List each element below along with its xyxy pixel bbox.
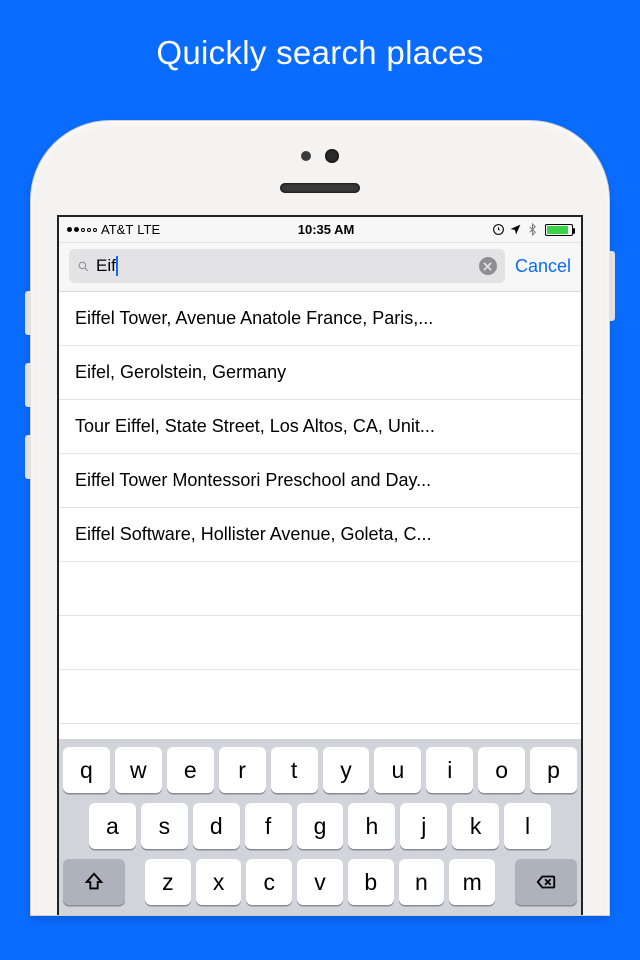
key-z[interactable]: z (145, 859, 191, 905)
key-o[interactable]: o (478, 747, 525, 793)
screen: AT&T LTE 10:35 AM Eif (57, 215, 583, 915)
clock: 10:35 AM (298, 222, 355, 237)
key-m[interactable]: m (449, 859, 495, 905)
key-i[interactable]: i (426, 747, 473, 793)
backspace-icon (535, 871, 557, 893)
key-e[interactable]: e (167, 747, 214, 793)
key-l[interactable]: l (504, 803, 551, 849)
key-p[interactable]: p (530, 747, 577, 793)
key-s[interactable]: s (141, 803, 188, 849)
keyboard: q w e r t y u i o p a s d f g h j k l (59, 739, 581, 915)
status-bar: AT&T LTE 10:35 AM (59, 217, 581, 243)
search-result-row[interactable]: Eiffel Tower Montessori Preschool and Da… (59, 454, 581, 508)
key-r[interactable]: r (219, 747, 266, 793)
earpiece-speaker (280, 183, 360, 193)
clear-search-button[interactable] (479, 257, 497, 275)
key-f[interactable]: f (245, 803, 292, 849)
shift-icon (83, 871, 105, 893)
key-h[interactable]: h (348, 803, 395, 849)
key-j[interactable]: j (400, 803, 447, 849)
key-x[interactable]: x (196, 859, 242, 905)
text-cursor (116, 256, 118, 276)
search-result-row[interactable]: Eiffel Tower, Avenue Anatole France, Par… (59, 292, 581, 346)
search-result-row[interactable]: Eifel, Gerolstein, Germany (59, 346, 581, 400)
search-results: Eiffel Tower, Avenue Anatole France, Par… (59, 292, 581, 724)
backspace-key[interactable] (515, 859, 577, 905)
front-camera (325, 149, 339, 163)
key-q[interactable]: q (63, 747, 110, 793)
empty-row: . (59, 670, 581, 724)
key-k[interactable]: k (452, 803, 499, 849)
search-bar: Eif Cancel (59, 243, 581, 292)
network-label: LTE (137, 222, 160, 237)
key-t[interactable]: t (271, 747, 318, 793)
key-d[interactable]: d (193, 803, 240, 849)
search-result-row[interactable]: Tour Eiffel, State Street, Los Altos, CA… (59, 400, 581, 454)
bluetooth-icon (526, 223, 539, 236)
empty-row: . (59, 616, 581, 670)
key-b[interactable]: b (348, 859, 394, 905)
proximity-sensor (301, 151, 311, 161)
empty-row: . (59, 562, 581, 616)
search-icon (77, 260, 90, 273)
close-icon (483, 262, 492, 271)
orientation-lock-icon (492, 223, 505, 236)
phone-frame: AT&T LTE 10:35 AM Eif (30, 120, 610, 916)
key-c[interactable]: c (246, 859, 292, 905)
cancel-button[interactable]: Cancel (515, 256, 571, 277)
key-y[interactable]: y (323, 747, 370, 793)
key-v[interactable]: v (297, 859, 343, 905)
signal-strength-icon (67, 227, 97, 232)
search-result-row[interactable]: Eiffel Software, Hollister Avenue, Golet… (59, 508, 581, 562)
promo-title: Quickly search places (0, 0, 640, 72)
search-field[interactable]: Eif (69, 249, 505, 283)
phone-sensors (57, 149, 583, 163)
key-w[interactable]: w (115, 747, 162, 793)
key-g[interactable]: g (297, 803, 344, 849)
shift-key[interactable] (63, 859, 125, 905)
carrier-label: AT&T (101, 222, 133, 237)
battery-icon (545, 224, 573, 236)
search-input-value: Eif (96, 256, 116, 276)
location-icon (509, 223, 522, 236)
key-u[interactable]: u (374, 747, 421, 793)
key-n[interactable]: n (399, 859, 445, 905)
key-a[interactable]: a (89, 803, 136, 849)
